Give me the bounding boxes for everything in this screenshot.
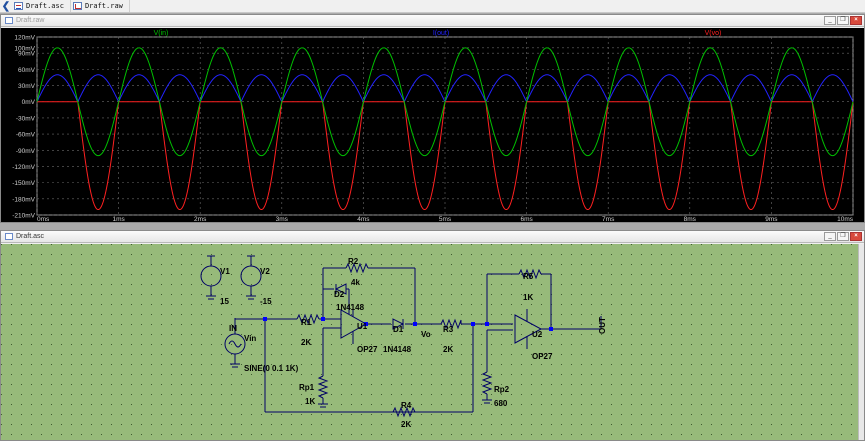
vo-net-label: Vo: [421, 330, 431, 339]
minimize-button[interactable]: _: [824, 16, 836, 25]
v2-value: -15: [260, 297, 272, 306]
tab-draft-raw[interactable]: Draft.raw: [71, 0, 130, 12]
r2-value: 4k: [351, 278, 360, 287]
schematic-drawing[interactable]: V1 15 V2 -15 R2 4k D2 1N4148 R1 2K U1 OP…: [1, 244, 858, 440]
vin-value: SINE(0 0.1 1K): [244, 364, 299, 373]
legend-trace-vo[interactable]: V(vo): [705, 30, 722, 37]
schematic-grid: [1, 244, 858, 440]
u2-model: OP27: [532, 352, 553, 361]
schematic-window-title: Draft.asc: [16, 233, 45, 240]
legend-trace-vin[interactable]: V(in): [154, 30, 169, 37]
x-tick-label: 6ms: [520, 216, 533, 222]
u2-label: U2: [532, 330, 543, 339]
schematic-canvas[interactable]: V1 15 V2 -15 R2 4k D2 1N4148 R1 2K U1 OP…: [1, 244, 864, 440]
y-tick-label: -90mV: [16, 148, 36, 155]
x-tick-label: 5ms: [439, 216, 452, 222]
d2-value: 1N4148: [336, 303, 365, 312]
tab-scroll-left-icon[interactable]: ❮: [0, 0, 12, 12]
y-tick-label: 60mV: [18, 67, 36, 74]
x-tick-label: 0ms: [37, 216, 50, 222]
d1-value: 1N4148: [383, 345, 412, 354]
document-tab-bar: ❮ Draft.asc Draft.raw: [0, 0, 865, 13]
y-tick-label: -150mV: [12, 180, 35, 187]
x-tick-label: 3ms: [276, 216, 289, 222]
waveform-window-title: Draft.raw: [16, 17, 45, 24]
tab-label: Draft.asc: [26, 2, 64, 10]
y-tick-label: -120mV: [12, 164, 35, 171]
y-tick-label: -30mV: [16, 115, 36, 122]
r2-label: R2: [348, 257, 359, 266]
rp1-label: Rp1: [299, 383, 315, 392]
schematic-window-titlebar[interactable]: Draft.asc _ ❐ ×: [1, 231, 864, 243]
y-tick-label: 30mV: [18, 83, 36, 90]
out-net-label: OUT: [598, 317, 607, 334]
legend-trace-iout[interactable]: I(out): [433, 30, 449, 37]
tab-label: Draft.raw: [84, 2, 123, 10]
r5-value: 1K: [523, 293, 533, 302]
r1-value: 2K: [301, 338, 311, 347]
v2-label: V2: [260, 267, 270, 276]
x-tick-label: 7ms: [602, 216, 615, 222]
y-tick-label: -180mV: [12, 196, 35, 203]
waveform-window-icon: [5, 17, 13, 24]
v1-value: 15: [220, 297, 229, 306]
y-tick-label: 0mV: [22, 99, 36, 106]
v1-label: V1: [220, 267, 230, 276]
d1-label: D1: [393, 325, 404, 334]
in-net-label: IN: [229, 324, 237, 333]
waveform-plot[interactable]: 120mV 100mV 90mV 60mV 30mV 0mV -30mV -60mV -90mV…: [1, 28, 864, 223]
y-tick-label: 120mV: [14, 35, 35, 42]
x-tick-label: 1ms: [112, 216, 125, 222]
schematic-window[interactable]: Draft.asc _ ❐ × V1 15 V2 -15 R2 4k D2 1N…: [0, 230, 865, 441]
u1-model: OP27: [357, 345, 378, 354]
y-tick-label: -60mV: [16, 132, 36, 139]
x-tick-label: 9ms: [765, 216, 778, 222]
tab-draft-asc[interactable]: Draft.asc: [12, 0, 71, 12]
x-tick-label: 4ms: [357, 216, 370, 222]
r3-value: 2K: [443, 345, 453, 354]
vin-label: Vin: [244, 334, 256, 343]
restore-button[interactable]: ❐: [837, 232, 849, 241]
x-tick-label: 10ms: [837, 216, 854, 222]
y-tick-label: -210mV: [12, 213, 35, 220]
close-button[interactable]: ×: [850, 16, 862, 25]
u1-label: U1: [357, 322, 368, 331]
y-tick-label: 90mV: [18, 51, 36, 58]
schematic-scrollbar[interactable]: [858, 244, 864, 440]
d2-label: D2: [334, 290, 345, 299]
x-tick-label: 8ms: [684, 216, 697, 222]
r5-label: R5: [523, 272, 534, 281]
waveform-window-titlebar[interactable]: Draft.raw _ ❐ ×: [1, 15, 864, 27]
waveform-window[interactable]: Draft.raw _ ❐ × 120mV 100mV 90mV 60mV 30mV 0m…: [0, 14, 865, 223]
r3-label: R3: [443, 325, 454, 334]
waveform-chart[interactable]: 120mV100mV90mV60mV30mV0mV-30mV-60mV-90mV…: [1, 28, 864, 223]
r1-label: R1: [301, 318, 312, 327]
close-button[interactable]: ×: [850, 232, 862, 241]
ltspice-app: ❮ Draft.asc Draft.raw Draft.raw _ ❐ × 12…: [0, 0, 865, 441]
schematic-file-icon: [14, 2, 23, 10]
waveform-file-icon: [72, 2, 82, 10]
restore-button[interactable]: ❐: [837, 16, 849, 25]
rp1-value: 1K: [305, 397, 315, 406]
minimize-button[interactable]: _: [824, 232, 836, 241]
x-tick-label: 2ms: [194, 216, 207, 222]
rp2-value: 680: [494, 399, 508, 408]
r4-label: R4: [401, 401, 412, 410]
r4-value: 2K: [401, 420, 411, 429]
rp2-label: Rp2: [494, 385, 510, 394]
schematic-window-icon: [5, 233, 13, 240]
